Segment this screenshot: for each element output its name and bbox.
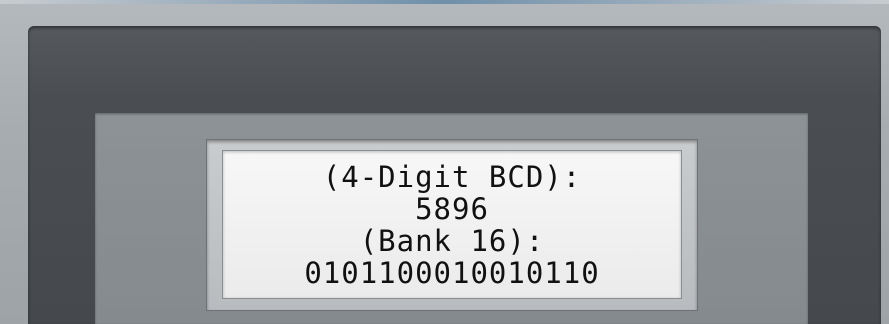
panel-top-edge	[0, 0, 889, 4]
lcd-line-bank-value: 0101100010010110	[304, 256, 600, 290]
lcd-line-bcd-label: (4-Digit BCD):	[322, 160, 582, 194]
lcd-line-bcd-value: 5896	[415, 192, 489, 226]
hmi-panel: (4-Digit BCD): 5896 (Bank 16): 010110001…	[0, 0, 889, 324]
lcd-display: (4-Digit BCD): 5896 (Bank 16): 010110001…	[222, 150, 682, 299]
lcd-text-area: (4-Digit BCD): 5896 (Bank 16): 010110001…	[223, 161, 681, 289]
lcd-line-bank-label: (Bank 16):	[359, 224, 545, 258]
